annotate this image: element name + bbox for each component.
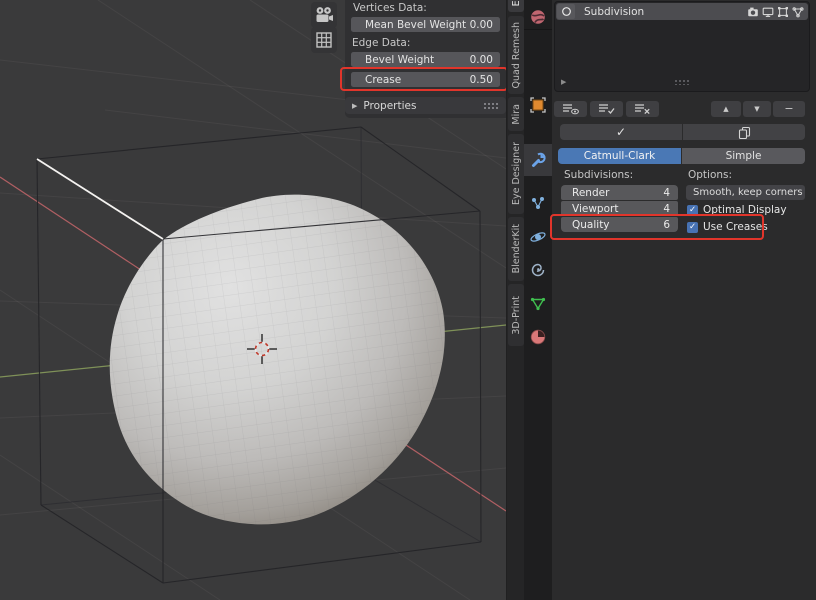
- modifier-list-item[interactable]: Subdivision: [556, 3, 808, 20]
- up-arrow-icon: ▲: [723, 105, 728, 113]
- tab-modifier-properties[interactable]: [524, 144, 552, 176]
- object-data-icon: [529, 295, 547, 313]
- use-creases-checkbox-row[interactable]: ✓ Use Creases: [687, 221, 768, 233]
- panel-grip-icon[interactable]: [483, 102, 498, 109]
- quality-slider[interactable]: Quality 6: [561, 217, 678, 232]
- list-resize-grip-icon[interactable]: [674, 79, 690, 85]
- sidebar-tab-mira[interactable]: Mira: [508, 97, 524, 131]
- bevel-weight-field[interactable]: Bevel Weight 0.00: [351, 52, 500, 67]
- tab-constraint-properties[interactable]: [524, 257, 552, 283]
- particles-icon: [529, 195, 547, 213]
- render-animation-button[interactable]: [311, 2, 337, 28]
- material-icon: [529, 328, 547, 346]
- modifier-list[interactable]: Subdivision: [554, 1, 810, 92]
- viewport-toggle-icon[interactable]: [762, 6, 774, 18]
- mean-bevel-weight-field[interactable]: Mean Bevel Weight 0.00: [351, 17, 500, 32]
- grid-tool-button[interactable]: [311, 27, 337, 53]
- down-arrow-icon: ▼: [754, 105, 759, 113]
- move-modifier-down-button[interactable]: ▼: [743, 101, 771, 117]
- checkbox-checked-icon[interactable]: ✓: [687, 222, 698, 233]
- tab-world-properties[interactable]: [524, 4, 552, 30]
- apply-list-icon: [598, 103, 616, 115]
- edit-mode-toggle-icon[interactable]: [777, 6, 789, 18]
- tab-object-data-properties[interactable]: [524, 291, 552, 317]
- remove-modifier-button[interactable]: −: [773, 101, 805, 117]
- visibility-list-icon: [562, 103, 580, 115]
- world-icon: [529, 8, 547, 26]
- tab-particle-properties[interactable]: [524, 191, 552, 217]
- object-icon: [529, 96, 547, 114]
- properties-panel-header[interactable]: ▶ Properties: [345, 97, 506, 114]
- toggle-visibility-all-button[interactable]: [554, 101, 587, 117]
- properties-editor: Subdivision: [552, 0, 816, 600]
- render-subdivisions-slider[interactable]: Render 4: [561, 185, 678, 200]
- duplicate-modifier-button[interactable]: [683, 124, 805, 140]
- expand-arrow-icon: ▶: [345, 102, 363, 110]
- options-label: Options:: [688, 169, 732, 181]
- properties-tab-column: [524, 0, 552, 600]
- subdivided-mesh[interactable]: [110, 195, 445, 525]
- blender-window: Vertices Data: Mean Bevel Weight 0.00 Ed…: [0, 0, 816, 600]
- creased-edge-highlight: [37, 159, 163, 239]
- minus-icon: −: [784, 105, 793, 113]
- sidebar-tab-edit[interactable]: Edit: [508, 0, 524, 12]
- modifier-name: Subdivision: [575, 6, 747, 18]
- tab-physics-properties[interactable]: [524, 224, 552, 250]
- simple-button[interactable]: Simple: [682, 148, 805, 164]
- sidebar-tab-quad-remesh[interactable]: Quad Remesh: [508, 16, 524, 94]
- constraints-icon: [529, 261, 547, 279]
- edge-data-label: Edge Data:: [352, 37, 410, 49]
- apply-modifier-button[interactable]: ✓: [560, 124, 682, 140]
- tab-material-properties[interactable]: [524, 324, 552, 350]
- render-toggle-icon[interactable]: [747, 6, 759, 18]
- viewport-subdivisions-slider[interactable]: Viewport 4: [561, 201, 678, 216]
- vertices-data-label: Vertices Data:: [353, 2, 427, 14]
- move-modifier-up-button[interactable]: ▲: [711, 101, 741, 117]
- expand-arrow-icon[interactable]: ▶: [561, 78, 566, 86]
- remove-all-button[interactable]: [626, 101, 659, 117]
- properties-panel-label: Properties: [363, 100, 416, 112]
- optimal-display-checkbox-row[interactable]: ✓ Optimal Display: [687, 204, 787, 216]
- tab-group-separator: [524, 29, 552, 30]
- 3d-viewport[interactable]: Vertices Data: Mean Bevel Weight 0.00 Ed…: [0, 0, 506, 600]
- sidebar-tab-eye-designer[interactable]: Eye Designer: [508, 134, 524, 214]
- copy-icon: [738, 126, 751, 139]
- check-icon: ✓: [616, 125, 626, 139]
- modifier-list-footer: ▶: [555, 76, 809, 89]
- apply-all-button[interactable]: [590, 101, 623, 117]
- crease-field[interactable]: Crease 0.50: [351, 72, 500, 87]
- tab-object-properties[interactable]: [524, 92, 552, 118]
- on-cage-toggle-icon[interactable]: [792, 6, 804, 18]
- checkbox-checked-icon[interactable]: ✓: [687, 205, 698, 216]
- remove-list-icon: [634, 103, 652, 115]
- catmull-clark-button[interactable]: Catmull-Clark: [558, 148, 681, 164]
- uv-smooth-dropdown[interactable]: Smooth, keep corners: [686, 185, 805, 200]
- sidebar-tab-3d-print[interactable]: 3D-Print: [508, 284, 524, 346]
- sidebar-tab-blenderkit[interactable]: BlenderKit: [508, 217, 524, 281]
- movie-camera-icon: [314, 6, 334, 24]
- subdivisions-label: Subdivisions:: [564, 169, 633, 181]
- n-panel: Vertices Data: Mean Bevel Weight 0.00 Ed…: [345, 0, 506, 118]
- grid-icon: [315, 31, 333, 49]
- physics-icon: [529, 228, 547, 246]
- subsurf-modifier-icon: [557, 4, 575, 19]
- sidebar-tab-strip: Edit Quad Remesh Mira Eye Designer Blend…: [506, 0, 524, 600]
- wrench-icon: [529, 151, 547, 169]
